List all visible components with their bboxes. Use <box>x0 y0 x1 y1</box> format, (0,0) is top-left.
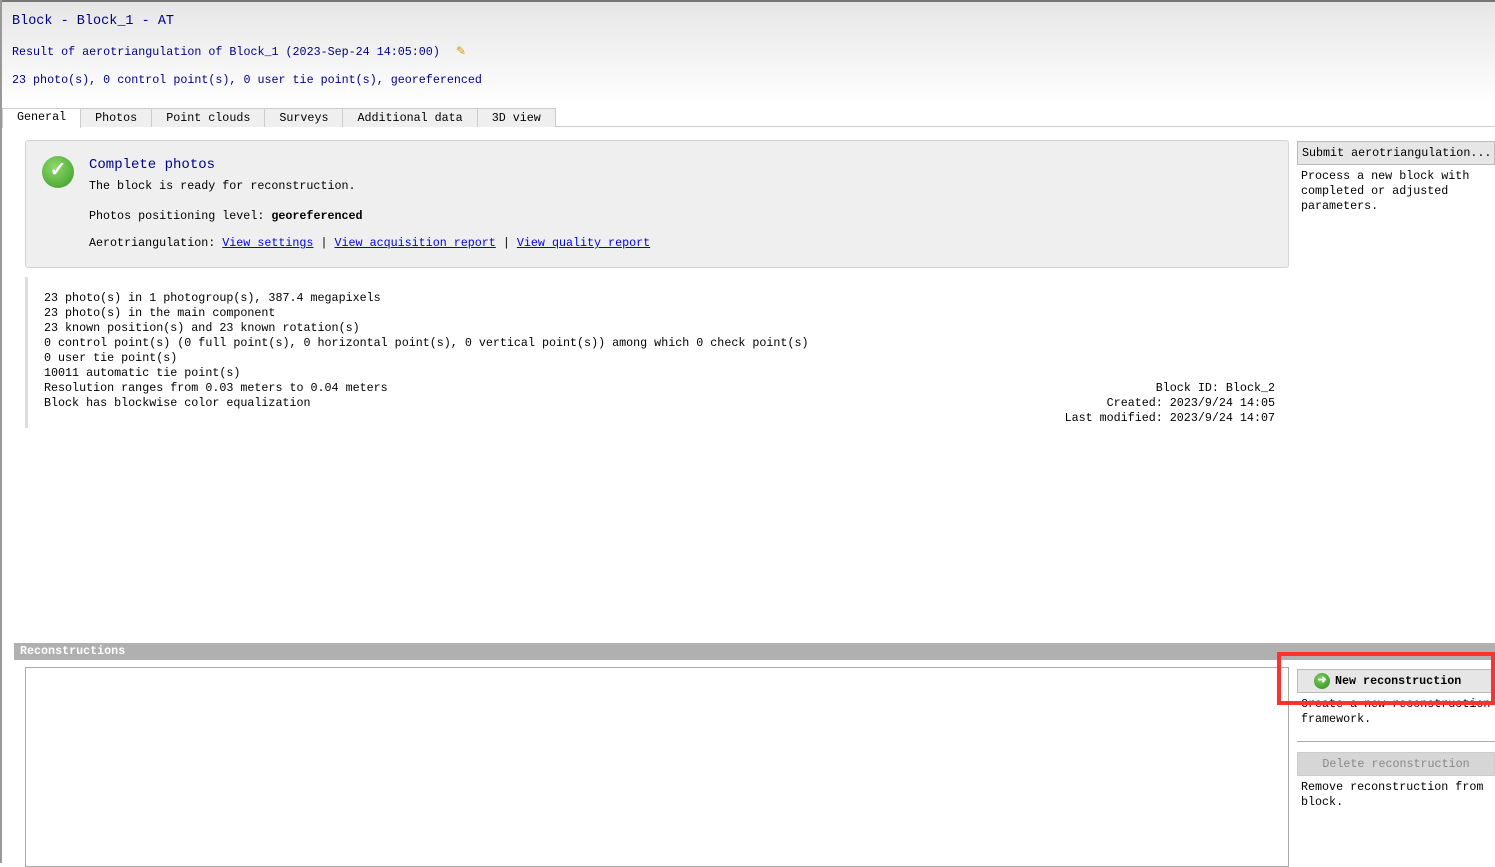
subtitle: Result of aerotriangulation of Block_1 (… <box>12 45 440 59</box>
edit-pencil-icon[interactable]: ✎ <box>456 44 466 59</box>
created: Created: 2023/9/24 14:05 <box>1106 396 1275 410</box>
check-icon: ✓ <box>42 156 74 188</box>
delete-desc: Remove reconstruction from block. <box>1301 780 1484 809</box>
separator: | <box>320 236 328 250</box>
tab-bar: General Photos Point clouds Surveys Addi… <box>2 108 1495 128</box>
tab-point-clouds[interactable]: Point clouds <box>151 108 266 127</box>
status-panel: ✓ Complete photos The block is ready for… <box>25 140 1289 268</box>
tab-additional-data[interactable]: Additional data <box>342 108 478 127</box>
view-quality-report-link[interactable]: View quality report <box>517 236 650 250</box>
delete-reconstruction-button[interactable]: Delete reconstruction <box>1297 752 1495 776</box>
left-border <box>0 0 2 863</box>
reconstructions-list[interactable] <box>25 667 1289 867</box>
divider <box>1297 741 1495 742</box>
aerotriangulation-links: Aerotriangulation: View settings | View … <box>89 236 650 250</box>
submit-aerotriangulation-button[interactable]: Submit aerotriangulation... <box>1297 141 1495 165</box>
positioning-level-value: georeferenced <box>271 209 363 223</box>
tab-surveys[interactable]: Surveys <box>264 108 344 127</box>
view-settings-link[interactable]: View settings <box>222 236 313 250</box>
stat-line: 0 control point(s) (0 full point(s), 0 h… <box>44 336 809 350</box>
last-modified: Last modified: 2023/9/24 14:07 <box>1064 411 1275 425</box>
at-label: Aerotriangulation: <box>89 236 216 250</box>
stat-line: 23 photo(s) in 1 photogroup(s), 387.4 me… <box>44 291 381 305</box>
block-summary: 23 photo(s), 0 control point(s), 0 user … <box>12 73 482 87</box>
page-title: Block - Block_1 - AT <box>12 14 175 29</box>
tab-general[interactable]: General <box>2 108 82 128</box>
stat-line: 0 user tie point(s) <box>44 351 178 365</box>
status-desc: The block is ready for reconstruction. <box>89 179 356 193</box>
positioning-level: Photos positioning level: georeferenced <box>89 209 363 223</box>
reconstructions-header: Reconstructions <box>14 643 1495 660</box>
block-id: Block ID: Block_2 <box>1155 381 1275 395</box>
block-stats: 23 photo(s) in 1 photogroup(s), 387.4 me… <box>25 277 1289 428</box>
tab-photos[interactable]: Photos <box>80 108 153 127</box>
separator: | <box>502 236 510 250</box>
view-acquisition-report-link[interactable]: View acquisition report <box>335 236 496 250</box>
highlight-box <box>1277 652 1495 705</box>
tab-3d-view[interactable]: 3D view <box>476 108 556 127</box>
positioning-level-label: Photos positioning level: <box>89 209 265 223</box>
status-title: Complete photos <box>89 157 216 173</box>
stat-line: 23 known position(s) and 23 known rotati… <box>44 321 360 335</box>
submit-desc: Process a new block with completed or ad… <box>1301 169 1470 213</box>
side-panel-top: Submit aerotriangulation... Process a ne… <box>1297 141 1495 218</box>
stat-line: 10011 automatic tie point(s) <box>44 366 241 380</box>
top-border <box>0 0 1495 2</box>
stat-line: 23 photo(s) in the main component <box>44 306 276 320</box>
block-meta: Block ID: Block_2 Created: 2023/9/24 14:… <box>1065 381 1275 426</box>
